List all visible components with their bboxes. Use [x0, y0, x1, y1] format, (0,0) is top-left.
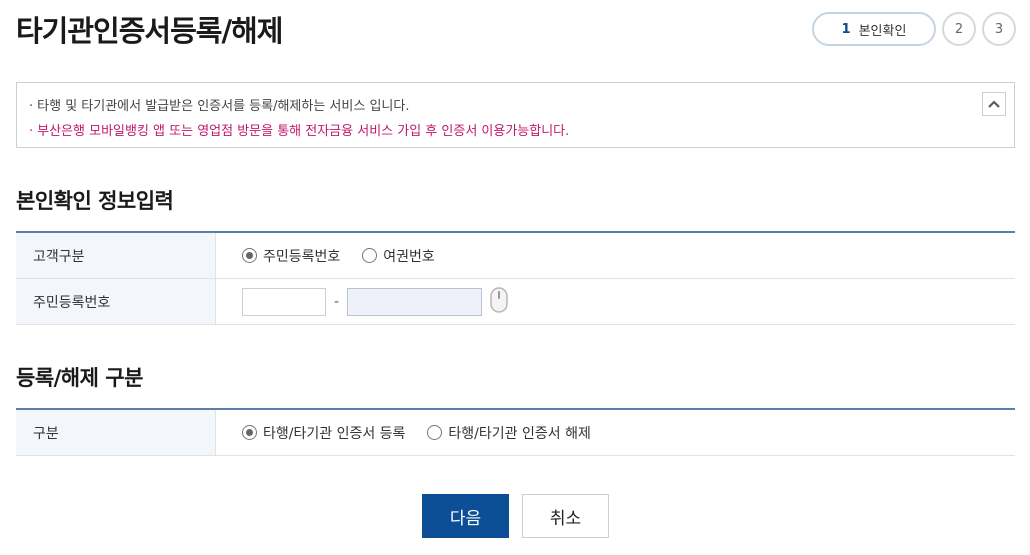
radio-register-label[interactable]: 타행/타기관 인증서 등록 [263, 423, 405, 443]
radio-unregister-label[interactable]: 타행/타기관 인증서 해제 [448, 423, 590, 443]
radio-unregister-circle[interactable] [427, 425, 443, 440]
rrn-back-input[interactable] [347, 287, 483, 316]
radio-passport-circle[interactable] [362, 248, 378, 263]
radio-rrn-label[interactable]: 주민등록번호 [263, 246, 340, 266]
register-type-options: 타행/타기관 인증서 등록 타행/타기관 인증서 해제 [216, 410, 1015, 455]
step-3: 3 [982, 12, 1016, 46]
customer-type-row: 고객구분 주민등록번호 여권번호 [16, 233, 1015, 279]
radio-unregister[interactable]: 타행/타기관 인증서 해제 [427, 423, 591, 443]
register-form-table: 구분 타행/타기관 인증서 등록 타행/타기관 인증서 해제 [16, 408, 1015, 456]
radio-passport-label[interactable]: 여권번호 [383, 246, 435, 266]
notice-text-1: 타행 및 타기관에서 발급받은 인증서를 등록/해제하는 서비스 입니다. [37, 99, 410, 114]
step-1-label: 본인확인 [858, 23, 907, 39]
rrn-front-input[interactable] [242, 287, 326, 316]
rrn-row: 주민등록번호 - [16, 279, 1015, 325]
notice-collapse-button[interactable] [982, 92, 1006, 116]
bullet: · [29, 99, 34, 114]
notice-line-1: · 타행 및 타기관에서 발급받은 인증서를 등록/해제하는 서비스 입니다. [29, 94, 1002, 119]
step-2: 2 [942, 12, 976, 46]
customer-type-options: 주민등록번호 여권번호 [216, 233, 1015, 278]
radio-rrn-circle[interactable] [242, 248, 257, 263]
radio-rrn[interactable]: 주민등록번호 [242, 246, 340, 266]
page-title: 타기관인증서등록/해제 [16, 14, 283, 48]
identity-section-title: 본인확인 정보입력 [16, 189, 174, 213]
mouse-input-icon[interactable] [489, 286, 509, 317]
notice-line-2: · 부산은행 모바일뱅킹 앱 또는 영업점 방문을 통해 전자금융 서비스 가입 … [29, 119, 1002, 144]
next-button[interactable]: 다음 [422, 494, 509, 538]
register-type-row: 구분 타행/타기관 인증서 등록 타행/타기관 인증서 해제 [16, 410, 1015, 456]
radio-passport[interactable]: 여권번호 [362, 246, 435, 266]
chevron-up-icon [988, 100, 1000, 108]
step-indicator: 1 본인확인 2 3 [812, 12, 1016, 46]
step-1-current: 1 본인확인 [812, 12, 936, 46]
radio-register-circle[interactable] [242, 425, 257, 440]
register-type-label: 구분 [16, 410, 216, 455]
notice-box: · 타행 및 타기관에서 발급받은 인증서를 등록/해제하는 서비스 입니다. ·… [16, 82, 1015, 148]
rrn-inputs: - [216, 279, 1015, 324]
bullet: · [29, 124, 34, 139]
step-1-number: 1 [841, 21, 851, 37]
notice-text-2: 부산은행 모바일뱅킹 앱 또는 영업점 방문을 통해 전자금융 서비스 가입 후… [37, 124, 570, 139]
cancel-button[interactable]: 취소 [522, 494, 609, 538]
customer-type-label: 고객구분 [16, 233, 216, 278]
identity-form-table: 고객구분 주민등록번호 여권번호 주민등록번호 - [16, 231, 1015, 325]
radio-register[interactable]: 타행/타기관 인증서 등록 [242, 423, 405, 443]
register-section-title: 등록/해제 구분 [16, 366, 143, 390]
rrn-label: 주민등록번호 [16, 279, 216, 324]
rrn-dash: - [334, 293, 340, 310]
